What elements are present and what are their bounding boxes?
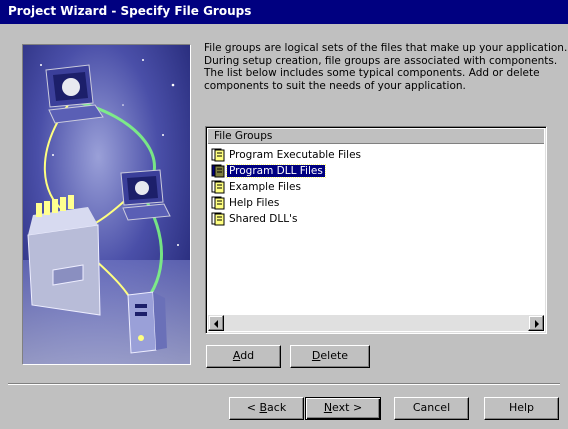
wizard-illustration [22,44,191,365]
file-group-icon [211,164,225,178]
scroll-right-button[interactable] [528,315,544,331]
list-item[interactable]: Example Files [210,179,542,195]
add-label-rest: dd [240,349,255,362]
next-label-rest: ext > [332,401,363,414]
list-item-label: Help Files [229,197,280,209]
cancel-button[interactable]: Cancel [394,397,469,420]
title-bar: Project Wizard - Specify File Groups [0,0,568,24]
list-item-selected[interactable]: Program DLL Files [210,163,542,179]
footer-separator [8,383,560,385]
next-button[interactable]: Next > [305,397,381,420]
back-label-rest: ack [267,401,287,414]
help-button[interactable]: Help [484,397,559,420]
back-prefix: < [246,401,260,414]
list-item[interactable]: Program Executable Files [210,147,542,163]
list-item[interactable]: Help Files [210,195,542,211]
delete-label-rest: elete [320,349,349,362]
list-item-label: Program DLL Files [226,164,326,178]
description-text: File groups are logical sets of the file… [204,42,568,92]
file-group-icon [211,180,225,194]
network-illustration-icon [23,45,190,364]
scroll-left-arrow-icon [214,320,218,328]
cancel-label: Cancel [412,401,451,414]
list-items: Program Executable Files Program DLL Fil… [210,147,542,227]
list-item-label: Shared DLL's [229,213,298,225]
wizard-window: Project Wizard - Specify File Groups Fil… [0,0,568,429]
list-item-label: Example Files [229,181,301,193]
scroll-right-arrow-icon [535,320,539,328]
file-group-icon [211,148,225,162]
description-line: During setup creation, file groups are a… [204,54,558,67]
file-group-icon [211,212,225,226]
help-label: Help [508,401,535,414]
file-groups-list[interactable]: File Groups Program Executable Files Pro… [205,126,547,334]
back-mnemonic: B [259,401,268,414]
file-group-icon [211,196,225,210]
description-line: File groups are logical sets of the file… [204,42,568,54]
back-button[interactable]: < Back [229,397,304,420]
window-title: Project Wizard - Specify File Groups [8,4,252,18]
add-button[interactable]: Add [206,345,281,368]
description-line: components to suit the needs of your app… [204,79,466,92]
delete-button[interactable]: Delete [290,345,370,368]
description-line: The list below includes some typical com… [204,67,540,79]
list-item-label: Program Executable Files [229,149,362,161]
list-item[interactable]: Shared DLL's [210,211,542,227]
scroll-left-button[interactable] [208,315,224,331]
list-header-label: File Groups [214,130,273,142]
horizontal-scrollbar[interactable] [208,315,544,331]
next-mnemonic: N [323,401,333,414]
list-header-file-groups[interactable]: File Groups [208,129,544,144]
